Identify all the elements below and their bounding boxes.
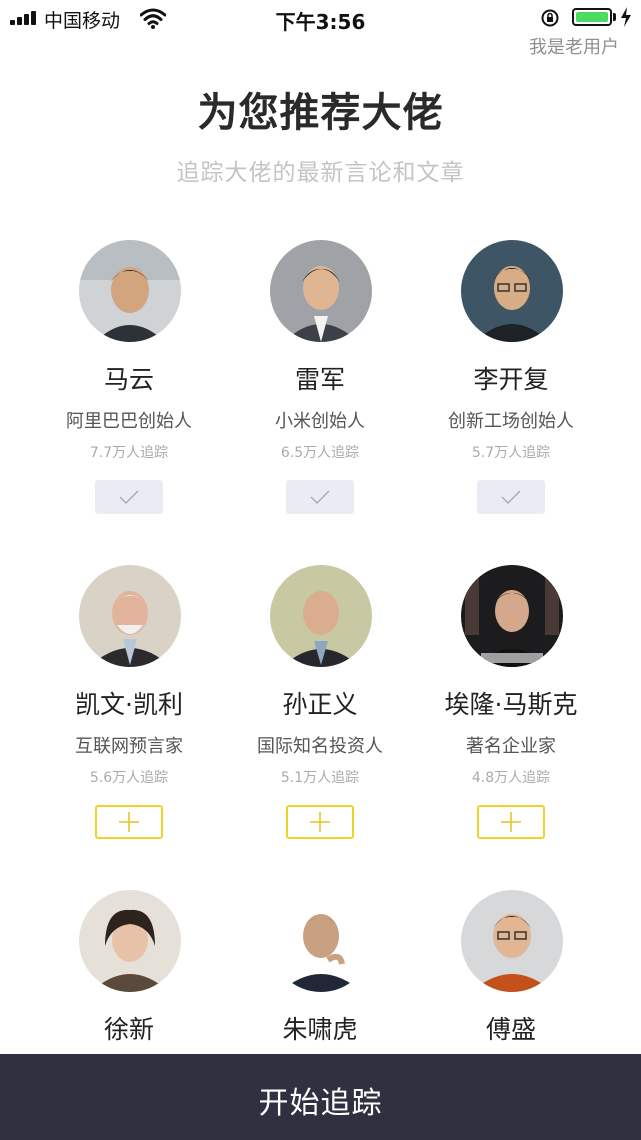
- person-title: 国际知名投资人: [257, 736, 383, 757]
- check-icon: [119, 490, 139, 505]
- avatar[interactable]: [270, 565, 372, 667]
- status-bar: 中国移动 下午3:56: [0, 0, 641, 36]
- avatar[interactable]: [461, 890, 563, 992]
- start-follow-button[interactable]: 开始追踪: [0, 1054, 641, 1140]
- avatar[interactable]: [79, 565, 181, 667]
- person-name: 雷军: [294, 365, 345, 394]
- follower-count: 4.8万人追踪: [471, 770, 551, 786]
- check-icon: [310, 490, 330, 505]
- plus-icon: [119, 812, 139, 832]
- check-icon: [501, 490, 521, 505]
- follower-count: 5.7万人追踪: [471, 445, 551, 461]
- avatar[interactable]: [270, 890, 372, 992]
- follower-count: 7.7万人追踪: [89, 445, 169, 461]
- person-name: 李开复: [473, 365, 549, 394]
- followed-button[interactable]: [286, 480, 354, 514]
- person-name: 朱啸虎: [282, 1015, 358, 1044]
- person-name: 凯文·凯利: [75, 690, 183, 719]
- avatar[interactable]: [79, 240, 181, 342]
- avatar[interactable]: [270, 240, 372, 342]
- person-name: 傅盛: [485, 1015, 536, 1044]
- add-follow-button[interactable]: [95, 805, 163, 839]
- person-name: 徐新: [103, 1015, 154, 1044]
- battery-icon: [572, 8, 612, 26]
- plus-icon: [310, 812, 330, 832]
- old-user-link[interactable]: 我是老用户: [529, 33, 619, 59]
- add-follow-button[interactable]: [477, 805, 545, 839]
- followed-button[interactable]: [95, 480, 163, 514]
- start-follow-label: 开始追踪: [258, 1086, 383, 1121]
- person-name: 孙正义: [282, 690, 358, 719]
- followed-button[interactable]: [477, 480, 545, 514]
- avatar[interactable]: [461, 240, 563, 342]
- battery-cap: [613, 13, 616, 21]
- follower-count: 5.1万人追踪: [280, 770, 360, 786]
- person-title: 小米创始人: [275, 411, 365, 432]
- person-title: 阿里巴巴创始人: [66, 411, 192, 432]
- page-title: 为您推荐大佬: [197, 90, 444, 136]
- person-name: 埃隆·马斯克: [444, 690, 578, 719]
- avatar[interactable]: [461, 565, 563, 667]
- follower-count: 6.5万人追踪: [280, 445, 360, 461]
- add-follow-button[interactable]: [286, 805, 354, 839]
- person-title: 创新工场创始人: [448, 411, 574, 432]
- plus-icon: [501, 812, 521, 832]
- rotation-lock-icon: [541, 9, 559, 27]
- avatar[interactable]: [79, 890, 181, 992]
- person-title: 互联网预言家: [75, 736, 183, 757]
- person-name: 马云: [103, 365, 154, 394]
- follower-count: 5.6万人追踪: [89, 770, 169, 786]
- page-subtitle: 追踪大佬的最新言论和文章: [176, 160, 465, 186]
- charging-icon: [621, 7, 631, 27]
- person-title: 著名企业家: [466, 736, 556, 757]
